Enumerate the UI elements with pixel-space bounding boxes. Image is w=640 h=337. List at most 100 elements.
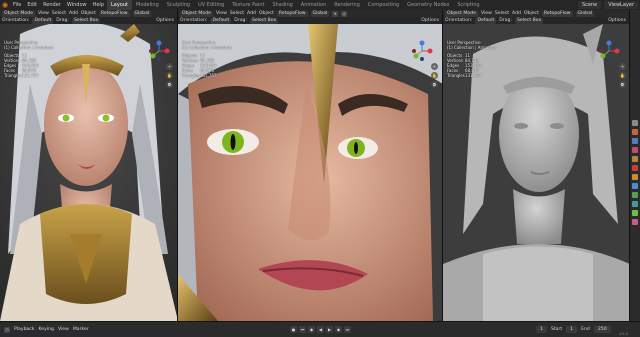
output-properties-icon[interactable]: [632, 138, 638, 144]
drag-select[interactable]: Select Box: [250, 17, 279, 24]
retopoflow-button[interactable]: RetopoFlow: [541, 10, 573, 17]
menu-file[interactable]: File: [10, 2, 24, 8]
current-frame-field[interactable]: 1: [536, 326, 547, 333]
play-reverse-icon[interactable]: ◀: [317, 326, 324, 333]
drag-select[interactable]: Select Box: [72, 17, 101, 24]
orientation-select[interactable]: Default: [475, 17, 497, 24]
stat-value: 131,757: [22, 73, 39, 78]
view-menu[interactable]: View: [481, 11, 492, 16]
tab-scripting[interactable]: Scripting: [453, 0, 483, 10]
tab-animation[interactable]: Animation: [297, 0, 331, 10]
blender-logo-icon[interactable]: ◉: [0, 0, 10, 10]
tab-modeling[interactable]: Modeling: [132, 0, 163, 10]
constraints-icon[interactable]: [632, 210, 638, 216]
tab-geometry-nodes[interactable]: Geometry Nodes: [403, 0, 453, 10]
viewport-1[interactable]: Object Mode View Select Add Object Retop…: [0, 10, 178, 321]
mode-selector[interactable]: Object Mode: [180, 10, 213, 17]
retopoflow-button[interactable]: RetopoFlow: [276, 10, 308, 17]
scene-selector[interactable]: Scene: [577, 1, 602, 9]
tab-compositing[interactable]: Compositing: [364, 0, 403, 10]
menu-help[interactable]: Help: [90, 2, 107, 8]
transform-orientation[interactable]: Global: [310, 10, 330, 17]
orientation-select[interactable]: Default: [32, 17, 54, 24]
physics-icon[interactable]: [632, 201, 638, 207]
options-button[interactable]: Options: [421, 18, 442, 23]
jump-end-icon[interactable]: ⏭: [344, 326, 351, 333]
view-layer-icon[interactable]: [632, 147, 638, 153]
start-frame-field[interactable]: 1: [566, 326, 578, 333]
tab-shading[interactable]: Shading: [268, 0, 296, 10]
options-button[interactable]: Options: [608, 18, 629, 23]
scene-properties-icon[interactable]: [632, 156, 638, 162]
add-menu[interactable]: Add: [512, 11, 521, 16]
tab-texture-paint[interactable]: Texture Paint: [228, 0, 268, 10]
camera-icon[interactable]: ◘: [619, 81, 626, 88]
pan-hand-icon[interactable]: ✋: [619, 72, 626, 79]
view-nav-buttons: + ✋ ◘: [619, 63, 627, 88]
view-menu[interactable]: View: [216, 11, 227, 16]
view-menu[interactable]: View: [58, 327, 69, 332]
playback-menu[interactable]: Playback: [14, 327, 35, 332]
orientation-label: Orientation:: [445, 18, 473, 23]
zoom-icon[interactable]: +: [619, 63, 626, 70]
snap-icon[interactable]: ⌖: [332, 10, 339, 17]
record-icon[interactable]: ●: [290, 326, 297, 333]
object-menu[interactable]: Object: [524, 11, 539, 16]
material-icon[interactable]: [632, 219, 638, 225]
jump-start-icon[interactable]: ⏮: [299, 326, 306, 333]
select-menu[interactable]: Select: [495, 11, 509, 16]
pan-hand-icon[interactable]: ✋: [166, 72, 173, 79]
particles-icon[interactable]: [632, 192, 638, 198]
viewport-2[interactable]: Object Mode View Select Add Object Retop…: [178, 10, 443, 321]
options-button[interactable]: Options: [156, 18, 177, 23]
viewport-3[interactable]: Object Mode View Select Add Object Retop…: [443, 10, 630, 321]
transform-orientation[interactable]: Global: [575, 10, 595, 17]
select-menu[interactable]: Select: [52, 11, 66, 16]
navigation-gizmo-icon[interactable]: [411, 40, 433, 62]
object-menu[interactable]: Object: [259, 11, 274, 16]
transform-orientation[interactable]: Global: [132, 10, 152, 17]
modifier-icon[interactable]: [632, 183, 638, 189]
statistics: Objects 11 Vertices 84,158 Edges 153,453 Fa…: [182, 53, 231, 78]
stat-label: Triangles: [447, 73, 465, 78]
version-label: 3.6.0: [618, 332, 628, 336]
camera-icon[interactable]: ◘: [431, 81, 438, 88]
retopoflow-button[interactable]: RetopoFlow: [98, 10, 130, 17]
timeline-editor-icon[interactable]: ◷: [4, 326, 10, 333]
add-menu[interactable]: Add: [69, 11, 78, 16]
tab-uv-editing[interactable]: UV Editing: [194, 0, 228, 10]
orientation-select[interactable]: Default: [210, 17, 232, 24]
keying-menu[interactable]: Keying: [39, 327, 54, 332]
menu-render[interactable]: Render: [40, 2, 64, 8]
world-properties-icon[interactable]: [632, 165, 638, 171]
end-frame-field[interactable]: 250: [593, 326, 611, 333]
stat-label: Triangles: [4, 73, 22, 78]
camera-icon[interactable]: ◘: [166, 81, 173, 88]
tab-rendering[interactable]: Rendering: [330, 0, 364, 10]
select-menu[interactable]: Select: [230, 11, 244, 16]
proportional-edit-icon[interactable]: ◎: [341, 10, 348, 17]
play-icon[interactable]: ▶: [326, 326, 333, 333]
tool-icon[interactable]: [632, 120, 638, 126]
prev-keyframe-icon[interactable]: ◆: [308, 326, 315, 333]
object-menu[interactable]: Object: [81, 11, 96, 16]
add-menu[interactable]: Add: [247, 11, 256, 16]
zoom-icon[interactable]: +: [431, 63, 438, 70]
view-layer-selector[interactable]: ViewLayer: [604, 1, 638, 9]
drag-select[interactable]: Select Box: [515, 17, 544, 24]
render-properties-icon[interactable]: [632, 129, 638, 135]
tab-layout[interactable]: Layout: [107, 0, 132, 10]
object-properties-icon[interactable]: [632, 174, 638, 180]
navigation-gizmo-icon[interactable]: [598, 40, 620, 62]
next-keyframe-icon[interactable]: ◆: [335, 326, 342, 333]
mode-selector[interactable]: Object Mode: [445, 10, 478, 17]
zoom-icon[interactable]: +: [166, 63, 173, 70]
pan-hand-icon[interactable]: ✋: [431, 72, 438, 79]
navigation-gizmo-icon[interactable]: [148, 40, 170, 62]
menu-edit[interactable]: Edit: [24, 2, 40, 8]
menu-window[interactable]: Window: [64, 2, 90, 8]
view-menu[interactable]: View: [38, 11, 49, 16]
marker-menu[interactable]: Marker: [73, 327, 89, 332]
tab-sculpting[interactable]: Sculpting: [163, 0, 194, 10]
mode-selector[interactable]: Object Mode: [2, 10, 35, 17]
